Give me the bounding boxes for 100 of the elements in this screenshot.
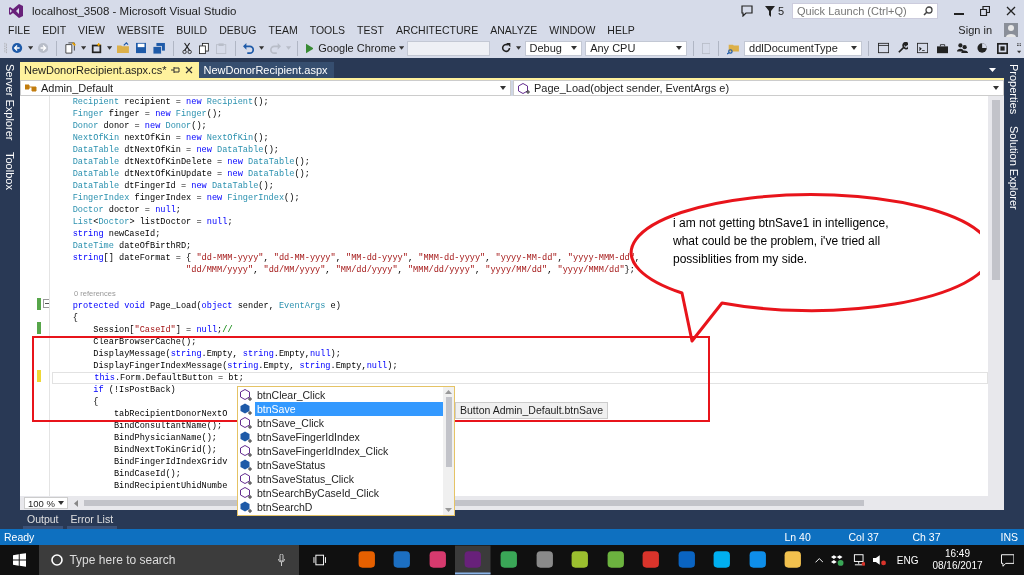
code-line: Doctor doctor = null;	[71, 205, 181, 215]
side-panel-tab[interactable]: Toolbox	[4, 152, 16, 191]
undo-icon[interactable]	[243, 42, 255, 54]
caret-icon[interactable]	[398, 46, 405, 50]
chevron-up-icon[interactable]	[814, 557, 824, 563]
completion-item[interactable]: btnSearchByCaseId_Click	[238, 486, 443, 500]
platform-dropdown[interactable]: Any CPU	[585, 40, 687, 56]
menu-item[interactable]: VIEW	[72, 24, 111, 36]
code-line: DisplayFingerIndexMessage(string.Empty, string.Empty,null);	[92, 361, 398, 371]
sync-icon[interactable]	[831, 554, 844, 566]
completion-item[interactable]: btnSearchD	[238, 500, 443, 514]
terminal-icon[interactable]	[917, 42, 929, 54]
menu-item[interactable]: HELP	[601, 24, 641, 36]
users-icon[interactable]	[957, 42, 969, 54]
caret-icon[interactable]	[516, 46, 522, 50]
type-dropdown[interactable]: Admin_Default	[20, 80, 511, 96]
close-icon[interactable]	[1006, 6, 1016, 16]
language-indicator[interactable]: ENG	[896, 554, 919, 566]
clock-date[interactable]: 08/16/2017	[932, 560, 983, 572]
side-panel-tab[interactable]: Solution Explorer	[1008, 126, 1020, 210]
configuration-dropdown[interactable]: Debug	[524, 40, 583, 56]
start-target-button[interactable]: Google Chrome	[318, 42, 396, 54]
menu-item[interactable]: WEBSITE	[110, 24, 171, 36]
pie-icon[interactable]	[977, 42, 988, 54]
task-view-icon[interactable]	[313, 554, 327, 566]
quick-launch-field[interactable]: Quick Launch (Ctrl+Q)	[792, 3, 938, 19]
menu-item[interactable]: TEAM	[262, 24, 304, 36]
document-tab[interactable]: NewDonorRecipient.aspx.cs*	[20, 62, 200, 78]
code-line: {	[92, 397, 99, 407]
windows-start-icon[interactable]	[13, 553, 27, 567]
back-arrow-icon[interactable]	[12, 42, 23, 54]
sign-in-link[interactable]: Sign in	[958, 24, 992, 36]
code-line: BindRecipientUhidNumbe	[112, 481, 228, 491]
notifications-icon[interactable]	[1000, 553, 1014, 567]
toolbox-icon[interactable]	[937, 42, 949, 54]
play-icon[interactable]	[305, 42, 314, 54]
new-project-icon[interactable]	[64, 41, 76, 55]
scroll-left-icon[interactable]	[74, 499, 78, 507]
code-line: FingerIndex fingerIndex = new FingerIndex();	[71, 193, 300, 203]
menu-item[interactable]: ANALYZE	[484, 24, 544, 36]
code-line: Finger finger = new Finger();	[71, 109, 223, 119]
status-message: Ready	[4, 531, 35, 543]
menu-item[interactable]: FILE	[2, 24, 37, 36]
wrench-icon[interactable]	[898, 42, 909, 54]
code-line: string newCaseId;	[71, 229, 161, 239]
caret-icon[interactable]	[989, 68, 996, 72]
folder-icon[interactable]	[117, 42, 129, 54]
add-item-icon[interactable]	[90, 41, 102, 55]
code-line: Session["CaseId"] = null;//	[92, 325, 233, 335]
taskbar-search-field[interactable]: Type here to search	[39, 545, 300, 575]
save-all-icon[interactable]	[153, 41, 166, 55]
overflow-icon[interactable]	[1016, 41, 1021, 55]
pin-icon[interactable]	[171, 66, 181, 74]
clock-time[interactable]: 16:49	[944, 548, 970, 560]
control-dropdown[interactable]: ddlDocumentType	[744, 40, 863, 56]
caret-icon[interactable]	[80, 46, 86, 50]
side-panel-tab[interactable]: Properties	[1008, 64, 1020, 115]
menu-item[interactable]: BUILD	[170, 24, 214, 36]
menu-item[interactable]: WINDOW	[543, 24, 602, 36]
code-line: "dd/MMM/yyyy", "dd/MM/yyyy", "MM/dd/yyyy", "MMM/dd/yyyy", "yyyy/MM/dd", "yyyy/MMM/dd"};	[185, 265, 635, 275]
menu-item[interactable]: TEST	[351, 24, 390, 36]
window-icon[interactable]	[878, 42, 890, 54]
cut-icon[interactable]	[181, 41, 193, 55]
code-line: DateTime dateOfBirthRD;	[71, 241, 192, 251]
menu-item[interactable]: EDIT	[36, 24, 73, 36]
code-line: DisplayMessage(string.Empty, string.Empty,null);	[92, 349, 341, 359]
vertical-scrollbar[interactable]	[988, 96, 1004, 496]
completion-item[interactable]: btnSaveFingerIdIndex_Click	[238, 444, 443, 458]
speaker-icon[interactable]	[873, 554, 887, 566]
menu-item[interactable]: ARCHITECTURE	[389, 24, 485, 36]
member-dropdown[interactable]: Page_Load(object sender, EventArgs e)	[513, 80, 1004, 96]
microphone-icon[interactable]	[278, 554, 286, 566]
close-icon[interactable]	[185, 66, 194, 74]
completion-item[interactable]: btnClear_Click	[238, 388, 443, 402]
app-icon[interactable]	[455, 545, 491, 575]
zoom-dropdown[interactable]: 100 %	[24, 497, 68, 509]
feedback-icon[interactable]	[740, 5, 753, 17]
search-icon	[51, 554, 64, 566]
grip-icon	[4, 41, 8, 55]
completion-item[interactable]: btnSaveStatus	[238, 458, 443, 472]
caret-icon[interactable]	[27, 46, 33, 50]
completion-item[interactable]: btnSaveStatus_Click	[238, 472, 443, 486]
copy-icon[interactable]	[199, 41, 210, 55]
save-icon[interactable]	[136, 42, 147, 54]
capture-icon[interactable]	[996, 41, 1008, 55]
completion-item[interactable]: btnSave_Click	[238, 416, 443, 430]
document-tab[interactable]: NewDonorRecipient.aspx	[199, 62, 334, 78]
caret-icon[interactable]	[259, 46, 265, 50]
filter-icon[interactable]	[764, 5, 775, 17]
refresh-icon[interactable]	[501, 42, 512, 54]
code-line: NextOfKin nextOfKin = new NextOfKin();	[71, 133, 269, 143]
menu-item[interactable]: TOOLS	[303, 24, 352, 36]
side-panel-tab[interactable]: Server Explorer	[4, 64, 16, 141]
line-number: Ln 40	[784, 531, 812, 543]
network-icon[interactable]	[851, 554, 866, 566]
code-line: DataTable dtNextOfKinDelete = new DataTable();	[71, 157, 310, 167]
caret-icon[interactable]	[107, 46, 113, 50]
restore-icon[interactable]	[980, 6, 990, 16]
menu-item[interactable]: DEBUG	[213, 24, 263, 36]
completion-item[interactable]: btnSaveFingerIdIndex	[238, 430, 443, 444]
